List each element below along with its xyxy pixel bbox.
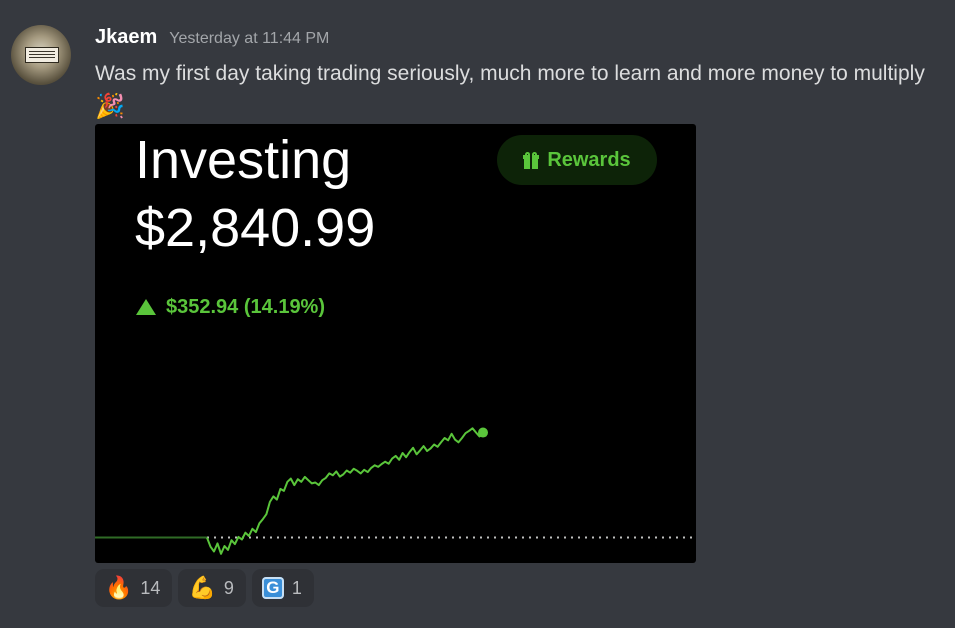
reaction-count: 14 xyxy=(140,577,161,598)
flexed-biceps-icon: 💪 xyxy=(188,575,216,600)
username[interactable]: Jkaem xyxy=(95,26,157,49)
reaction-fire[interactable]: 🔥 14 xyxy=(95,569,173,607)
chart-end-point xyxy=(478,427,488,438)
reaction-count: 9 xyxy=(223,577,234,598)
message-content: Was my first day taking trading seriousl… xyxy=(95,58,935,120)
party-popper-emoji: 🎉 xyxy=(95,93,125,120)
chart-series-line xyxy=(206,427,484,555)
g-letter-icon: G xyxy=(261,577,284,599)
image-attachment[interactable]: Investing $2,840.99 $352.94 (14.19%) Rew… xyxy=(95,124,696,563)
reaction-flexed-biceps[interactable]: 💪 9 xyxy=(178,569,246,607)
reaction-g[interactable]: G 1 xyxy=(251,569,314,607)
message-text: Was my first day taking trading seriousl… xyxy=(95,62,925,85)
reactions-bar: 🔥 14 💪 9 G 1 xyxy=(95,569,314,607)
avatar-sign-image xyxy=(25,47,59,63)
portfolio-line-chart xyxy=(95,427,696,555)
fire-icon: 🔥 xyxy=(105,575,133,600)
reaction-count: 1 xyxy=(291,577,302,598)
chat-message: Jkaem Yesterday at 11:44 PM Was my first… xyxy=(0,0,955,628)
message-timestamp[interactable]: Yesterday at 11:44 PM xyxy=(169,30,329,48)
message-header: Jkaem Yesterday at 11:44 PM xyxy=(95,26,329,49)
user-avatar[interactable] xyxy=(11,25,71,85)
